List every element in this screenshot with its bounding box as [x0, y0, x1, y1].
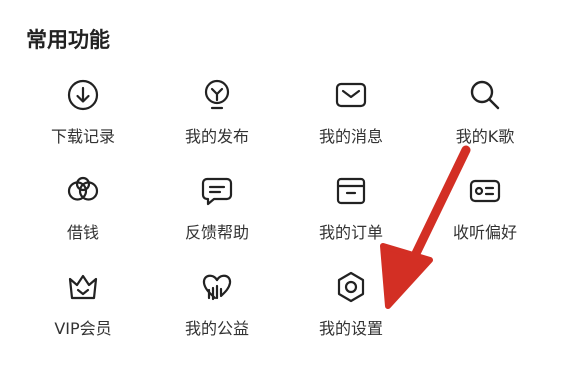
settings-hexagon-icon [334, 270, 368, 304]
feature-borrow-money[interactable]: 借钱 [16, 174, 150, 270]
feature-listening-preferences[interactable]: 收听偏好 [418, 174, 552, 270]
feature-label: VIP会员 [54, 319, 112, 338]
feature-label: 我的发布 [184, 127, 249, 146]
charity-heart-icon [200, 270, 234, 304]
microphone-icon [468, 78, 502, 112]
feature-label: 收听偏好 [452, 223, 517, 242]
feature-label: 我的K歌 [455, 127, 515, 146]
lightbulb-icon [200, 78, 234, 112]
feature-my-charity[interactable]: 我的公益 [150, 270, 284, 366]
feature-label: 借钱 [66, 223, 99, 242]
envelope-icon [334, 78, 368, 112]
preference-card-icon [468, 174, 502, 208]
feature-my-karaoke[interactable]: 我的K歌 [418, 78, 552, 174]
crown-icon [66, 270, 100, 304]
feature-my-settings[interactable]: 我的设置 [284, 270, 418, 366]
feature-download-records[interactable]: 下载记录 [16, 78, 150, 174]
feature-feedback-help[interactable]: 反馈帮助 [150, 174, 284, 270]
money-rings-icon [66, 174, 100, 208]
feature-label: 下载记录 [50, 127, 115, 146]
chat-bubble-icon [200, 174, 234, 208]
feature-grid: 下载记录 我的发布 我的消息 我的K歌 借钱 反馈帮助 我的订单 收听偏好 VI… [0, 78, 568, 366]
feature-label: 我的消息 [318, 127, 383, 146]
feature-label: 我的公益 [184, 319, 249, 338]
feature-my-posts[interactable]: 我的发布 [150, 78, 284, 174]
feature-my-orders[interactable]: 我的订单 [284, 174, 418, 270]
feature-vip-membership[interactable]: VIP会员 [16, 270, 150, 366]
feature-label: 我的订单 [318, 223, 383, 242]
feature-label: 反馈帮助 [184, 223, 249, 242]
section-title: 常用功能 [26, 28, 110, 52]
feature-my-messages[interactable]: 我的消息 [284, 78, 418, 174]
download-icon [66, 78, 100, 112]
feature-label: 我的设置 [318, 319, 383, 338]
order-box-icon [334, 174, 368, 208]
